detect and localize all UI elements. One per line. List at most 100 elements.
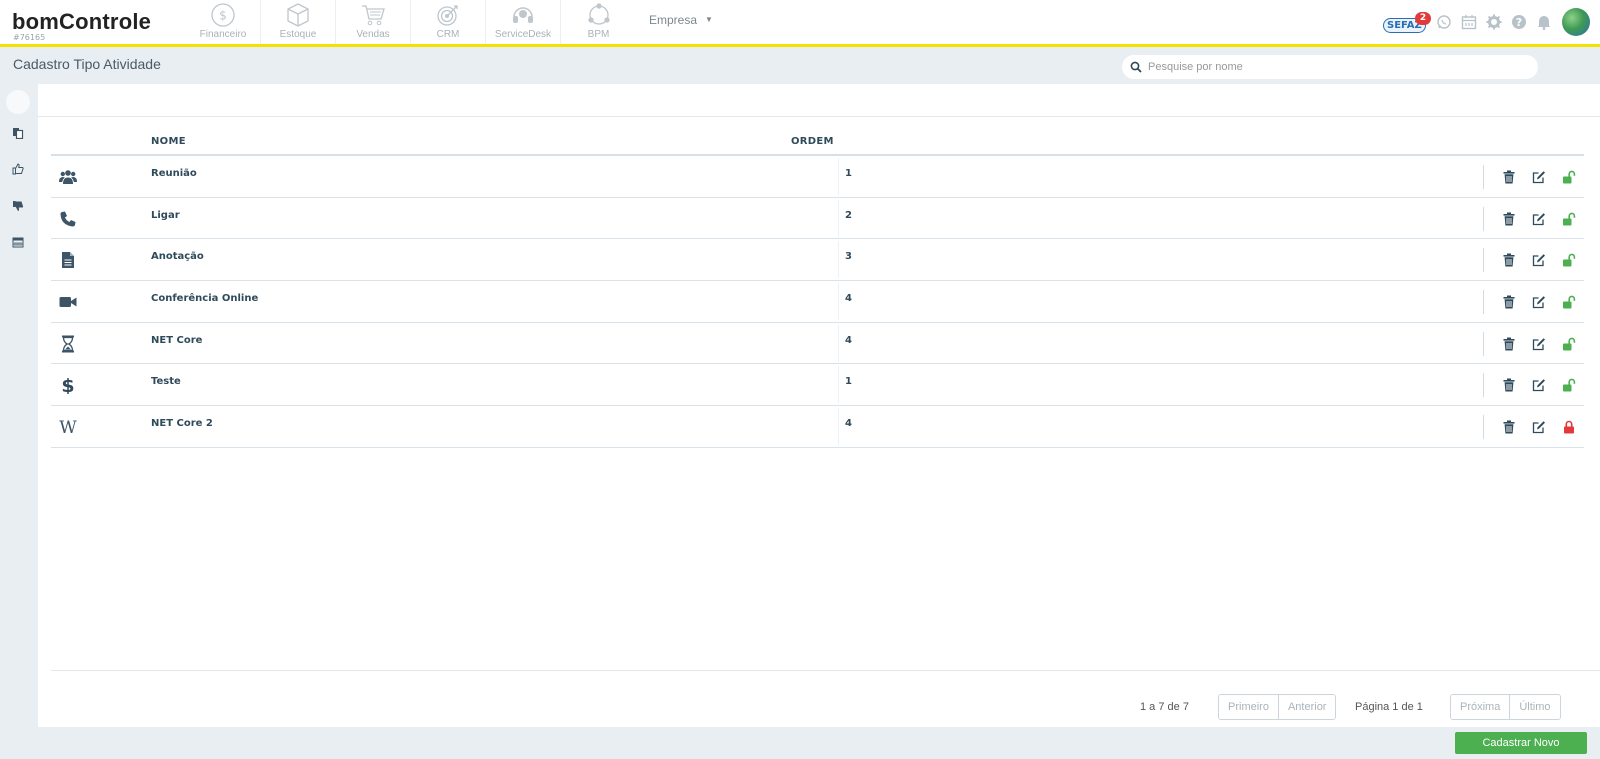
activity-order: 1 (845, 168, 852, 179)
svg-text:?: ? (1515, 16, 1521, 29)
whatsapp-icon[interactable] (1435, 14, 1452, 31)
next-page-button[interactable]: Próxima (1451, 695, 1511, 719)
unlock-icon[interactable] (1561, 169, 1577, 185)
column-divider (838, 158, 839, 195)
module-estoque[interactable]: Estoque (261, 0, 336, 44)
trash-icon[interactable] (1501, 252, 1517, 268)
pagination-next-group: Próxima Último (1450, 694, 1561, 720)
column-divider (838, 241, 839, 279)
page-indicator: Página 1 de 1 (1355, 701, 1423, 713)
edit-icon[interactable] (1531, 377, 1547, 393)
table-row[interactable]: $ Teste 1 (51, 364, 1584, 407)
last-page-button[interactable]: Último (1510, 695, 1560, 719)
activity-order: 4 (845, 334, 852, 346)
unlock-icon[interactable] (1561, 294, 1577, 310)
table-row[interactable]: Conferência Online 4 (51, 281, 1584, 323)
trash-icon[interactable] (1501, 169, 1517, 185)
module-crm[interactable]: CRM (411, 0, 486, 44)
module-vendas[interactable]: Vendas (336, 0, 411, 44)
edit-icon[interactable] (1531, 211, 1547, 227)
thumbs-down-icon[interactable] (11, 199, 25, 213)
activity-name: Anotação (151, 251, 204, 263)
row-actions (1483, 248, 1584, 273)
activity-name: Conferência Online (151, 293, 259, 305)
caret-down-icon: ▼ (705, 15, 713, 24)
empresa-dropdown[interactable]: Empresa ▼ (649, 13, 713, 27)
activity-name: NET Core 2 (151, 418, 213, 430)
module-financeiro[interactable]: $ Financeiro (186, 0, 261, 44)
headset-icon (513, 7, 533, 23)
table-row[interactable]: Reunião 1 (51, 156, 1584, 198)
sefaz-button[interactable]: SEFAZ 2 (1383, 10, 1431, 34)
pagination-prev-group: Primeiro Anterior (1218, 694, 1337, 720)
dollar-icon: $ (59, 376, 77, 394)
process-cycle-icon (587, 3, 610, 25)
trash-icon[interactable] (1501, 294, 1517, 310)
unlock-icon[interactable] (1561, 336, 1577, 352)
calendar-icon[interactable] (11, 235, 25, 249)
edit-icon[interactable] (1531, 419, 1547, 435)
document-icon (59, 251, 77, 269)
table-row[interactable]: NET Core 4 (51, 323, 1584, 365)
previous-page-button[interactable]: Anterior (1278, 695, 1336, 719)
box-icon (287, 3, 309, 27)
edit-icon[interactable] (1531, 252, 1547, 268)
unlock-icon[interactable] (1561, 211, 1577, 227)
phone-icon (59, 210, 77, 228)
copy-icon[interactable] (11, 126, 25, 140)
search-icon (1130, 61, 1142, 73)
column-header-nome[interactable]: NOME (151, 136, 186, 147)
trash-icon[interactable] (1501, 336, 1517, 352)
lock-icon[interactable] (1561, 419, 1577, 435)
trash-icon[interactable] (1501, 211, 1517, 227)
user-avatar[interactable] (1562, 8, 1590, 36)
hourglass-icon (59, 335, 77, 353)
table-row[interactable]: Ligar 2 (51, 198, 1584, 240)
target-icon (437, 5, 458, 26)
activity-order: 3 (845, 251, 852, 263)
edit-icon[interactable] (1531, 169, 1547, 185)
activity-name: Ligar (151, 209, 180, 221)
module-label: ServiceDesk (494, 29, 552, 40)
activity-order: 4 (845, 293, 852, 305)
row-actions (1483, 373, 1584, 398)
column-divider (838, 324, 839, 362)
top-right-tools: SEFAZ 2 ? (1383, 6, 1590, 38)
users-icon (59, 168, 77, 186)
empresa-label: Empresa (649, 13, 698, 27)
edit-icon[interactable] (1531, 294, 1547, 310)
column-header-ordem[interactable]: ORDEM (791, 136, 834, 147)
table-row[interactable]: W NET Core 2 4 (51, 406, 1584, 448)
gear-icon[interactable] (1485, 14, 1502, 31)
edit-icon[interactable] (1531, 336, 1547, 352)
unlock-icon[interactable] (1561, 252, 1577, 268)
table-header: NOME ORDEM (51, 124, 1584, 156)
module-label: Estoque (279, 29, 317, 40)
page-title: Cadastro Tipo Atividade (13, 56, 161, 72)
cart-icon (362, 5, 385, 26)
row-actions (1483, 206, 1584, 231)
first-page-button[interactable]: Primeiro (1219, 695, 1279, 719)
calendar-icon[interactable] (1460, 14, 1477, 31)
unlock-icon[interactable] (1561, 377, 1577, 393)
row-actions (1483, 290, 1584, 315)
module-bpm[interactable]: BPM (561, 0, 636, 44)
help-icon[interactable]: ? (1510, 14, 1527, 31)
trash-icon[interactable] (1501, 419, 1517, 435)
bell-icon[interactable] (1535, 14, 1552, 31)
module-servicedesk[interactable]: ServiceDesk (486, 0, 561, 44)
panel-divider (38, 116, 1600, 117)
row-actions (1483, 415, 1584, 440)
collapse-toggle[interactable] (6, 90, 30, 114)
search-input[interactable] (1148, 61, 1528, 73)
table-row[interactable]: Anotação 3 (51, 239, 1584, 282)
thumbs-up-icon[interactable] (11, 162, 25, 176)
column-divider (838, 283, 839, 321)
brand-logo[interactable]: bomControle (12, 9, 151, 35)
trash-icon[interactable] (1501, 377, 1517, 393)
cadastrar-novo-button[interactable]: Cadastrar Novo (1455, 732, 1587, 754)
module-label: Vendas (356, 29, 390, 40)
module-label: CRM (436, 29, 460, 40)
sidebar (0, 84, 38, 759)
activity-order: 4 (845, 418, 852, 430)
